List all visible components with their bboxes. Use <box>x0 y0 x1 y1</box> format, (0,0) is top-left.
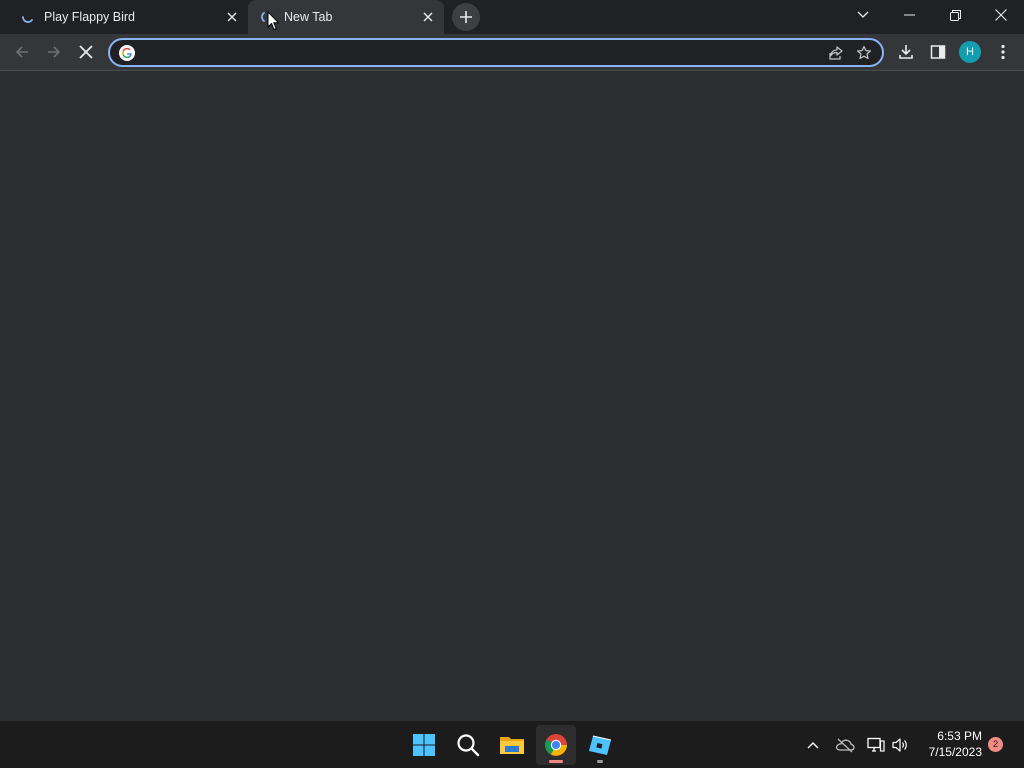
file-explorer-button[interactable] <box>492 725 532 765</box>
chevron-up-icon <box>807 742 819 749</box>
arrow-right-icon <box>48 46 61 58</box>
system-clock[interactable]: 6:53 PM 7/15/2023 <box>920 728 982 760</box>
active-app-indicator <box>549 760 563 763</box>
start-button[interactable] <box>404 725 444 765</box>
clock-date: 7/15/2023 <box>928 745 982 759</box>
running-app-indicator <box>597 760 603 763</box>
download-icon <box>899 45 913 59</box>
folder-icon <box>500 737 524 754</box>
chrome-icon <box>545 734 567 756</box>
show-hidden-icons-button[interactable] <box>801 733 825 757</box>
bookmark-star-icon[interactable] <box>850 41 878 65</box>
notification-badge[interactable]: 2 <box>988 737 1003 752</box>
side-panel-icon <box>930 45 946 59</box>
taskbar-search-button[interactable] <box>448 725 488 765</box>
tab-title: New Tab <box>284 10 333 24</box>
share-icon[interactable] <box>822 41 850 65</box>
windows-start-icon <box>413 734 435 756</box>
arrow-left-icon <box>15 46 28 58</box>
stop-loading-button[interactable] <box>71 37 101 67</box>
chrome-taskbar-button[interactable] <box>536 725 576 765</box>
minimize-icon <box>903 14 915 16</box>
tab-strip: Play Flappy Bird New Tab <box>0 0 1024 34</box>
close-window-button[interactable] <box>978 0 1024 30</box>
omnibox-input[interactable] <box>144 42 822 63</box>
google-icon <box>118 44 136 62</box>
back-button[interactable] <box>7 37 37 67</box>
profile-avatar[interactable]: H <box>959 41 981 63</box>
chevron-down-icon <box>857 11 869 18</box>
mouse-pointer-icon <box>267 11 279 30</box>
loading-spinner-icon <box>20 9 36 25</box>
search-icon <box>457 734 480 757</box>
close-icon <box>995 9 1007 21</box>
network-icon[interactable] <box>864 733 888 757</box>
downloads-button[interactable] <box>891 37 921 67</box>
clock-time: 6:53 PM <box>937 729 982 743</box>
forward-button[interactable] <box>39 37 69 67</box>
restore-button[interactable] <box>932 0 978 30</box>
side-panel-button[interactable] <box>923 37 953 67</box>
browser-toolbar: H <box>0 34 1024 71</box>
tab-search-button[interactable] <box>840 0 886 30</box>
address-bar[interactable] <box>108 38 884 67</box>
more-vert-icon <box>1001 44 1005 60</box>
menu-button[interactable] <box>988 37 1018 67</box>
plus-icon <box>460 11 472 23</box>
minimize-button[interactable] <box>886 0 932 30</box>
windows-taskbar: 6:53 PM 7/15/2023 <box>0 720 1024 768</box>
stop-icon <box>79 45 93 59</box>
tab-close-icon[interactable] <box>418 7 438 27</box>
tab-play-flappy-bird[interactable]: Play Flappy Bird <box>8 0 248 34</box>
onedrive-icon[interactable] <box>833 733 857 757</box>
new-tab-button[interactable] <box>452 3 480 31</box>
roblox-taskbar-button[interactable] <box>580 725 620 765</box>
volume-icon[interactable] <box>888 733 912 757</box>
tab-close-icon[interactable] <box>222 7 242 27</box>
tab-title: Play Flappy Bird <box>44 10 136 24</box>
page-content <box>0 72 1024 720</box>
restore-icon <box>949 9 961 21</box>
roblox-icon <box>589 735 612 755</box>
